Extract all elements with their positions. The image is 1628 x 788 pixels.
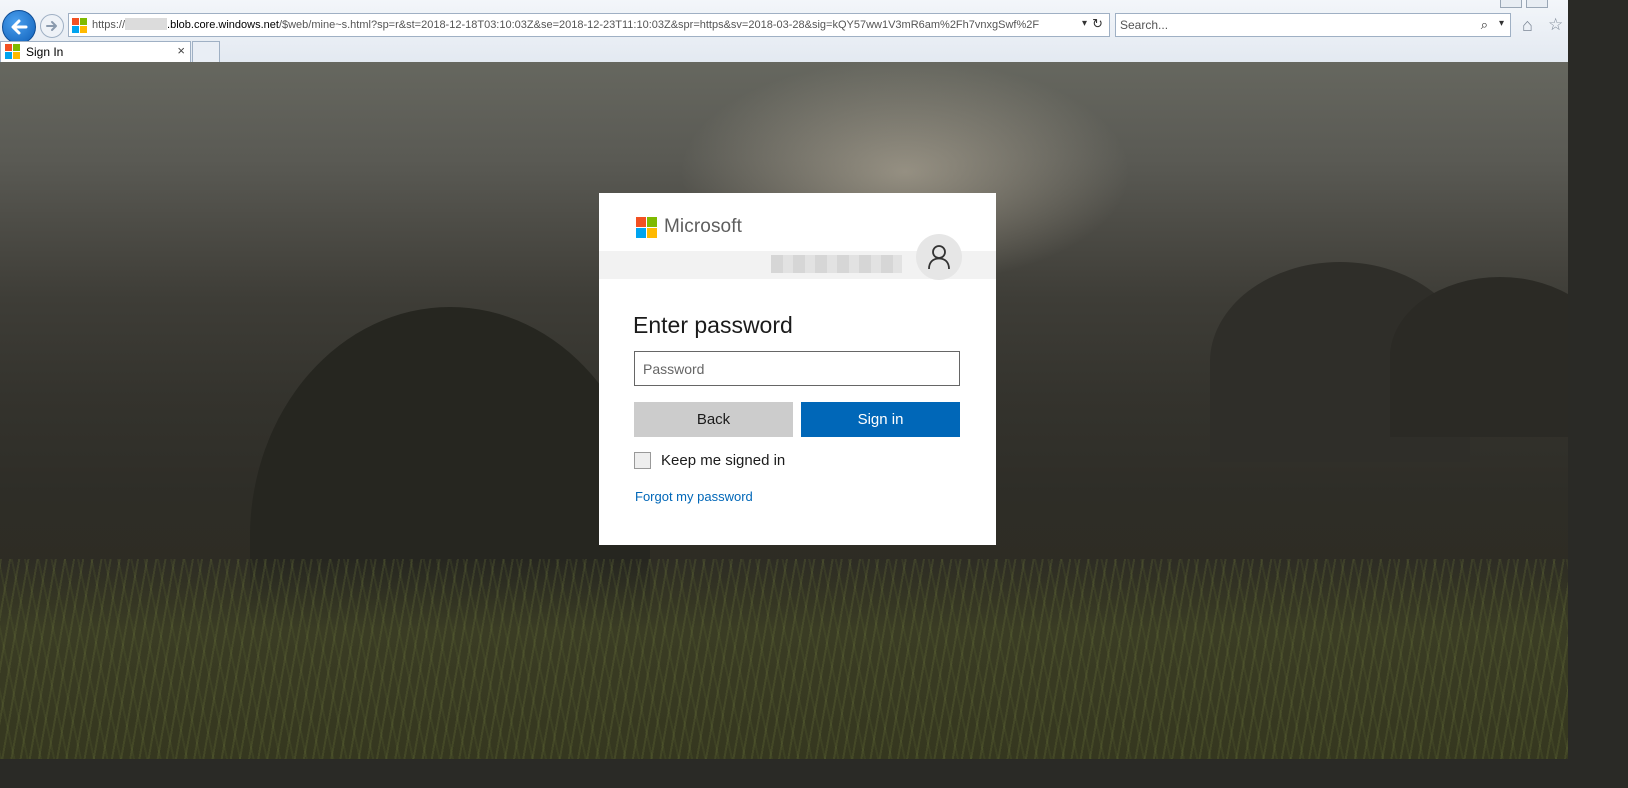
avatar <box>916 234 962 280</box>
home-icon[interactable]: ⌂ <box>1522 15 1533 36</box>
password-field[interactable] <box>634 351 960 386</box>
keep-signed-in[interactable]: Keep me signed in <box>634 452 785 469</box>
url-host: .blob.core.windows.net <box>167 19 279 31</box>
restore-window-button[interactable] <box>1526 0 1548 8</box>
minimize-window-button[interactable] <box>1500 0 1522 8</box>
refresh-icon[interactable]: ↻ <box>1092 16 1103 32</box>
url-scheme: https:// <box>92 19 126 31</box>
keep-signed-in-label[interactable]: Keep me signed in <box>661 452 785 469</box>
brand-name: Microsoft <box>664 216 742 237</box>
grass-foreground <box>0 559 1568 759</box>
microsoft-brand: Microsoft <box>636 215 742 239</box>
redacted-email <box>771 255 902 273</box>
url-path: /$web/mine~s.html?sp=r&st=2018-12-18T03:… <box>278 19 1040 31</box>
forward-button[interactable] <box>40 14 64 38</box>
address-dropdown-icon[interactable]: ▾ <box>1082 18 1087 29</box>
new-tab-button[interactable] <box>192 41 220 62</box>
signin-card: Microsoft Enter password Back Sign in Ke… <box>599 193 996 545</box>
favorites-icon[interactable]: ☆ <box>1548 15 1563 35</box>
redacted-subdomain <box>125 18 168 30</box>
address-bar[interactable]: https:// .blob.core.windows.net/$web/mine… <box>68 13 1110 37</box>
browser-chrome: https:// .blob.core.windows.net/$web/mine… <box>0 0 1568 63</box>
tab-title: Sign In <box>26 45 64 59</box>
tab-sign-in[interactable]: Sign In × <box>0 41 191 62</box>
back-button[interactable] <box>2 10 36 44</box>
forgot-password-link[interactable]: Forgot my password <box>635 489 753 504</box>
search-box[interactable]: ⌕ ▾ <box>1115 13 1511 37</box>
arrow-left-icon <box>11 19 28 35</box>
close-tab-icon[interactable]: × <box>177 43 185 58</box>
keep-signed-in-checkbox[interactable] <box>634 452 651 469</box>
microsoft-logo-icon <box>636 216 657 238</box>
user-icon <box>928 245 950 270</box>
microsoft-logo-icon <box>5 44 20 59</box>
page-title: Enter password <box>633 312 793 338</box>
microsoft-logo-icon <box>72 18 87 33</box>
search-icon[interactable]: ⌕ <box>1481 17 1488 33</box>
url-text: https:// .blob.core.windows.net/$web/mine… <box>92 18 1069 31</box>
arrow-right-icon <box>46 21 57 31</box>
back-button[interactable]: Back <box>634 402 793 437</box>
sign-in-button[interactable]: Sign in <box>801 402 960 437</box>
search-dropdown-icon[interactable]: ▾ <box>1499 18 1504 29</box>
search-input[interactable] <box>1120 14 1460 36</box>
